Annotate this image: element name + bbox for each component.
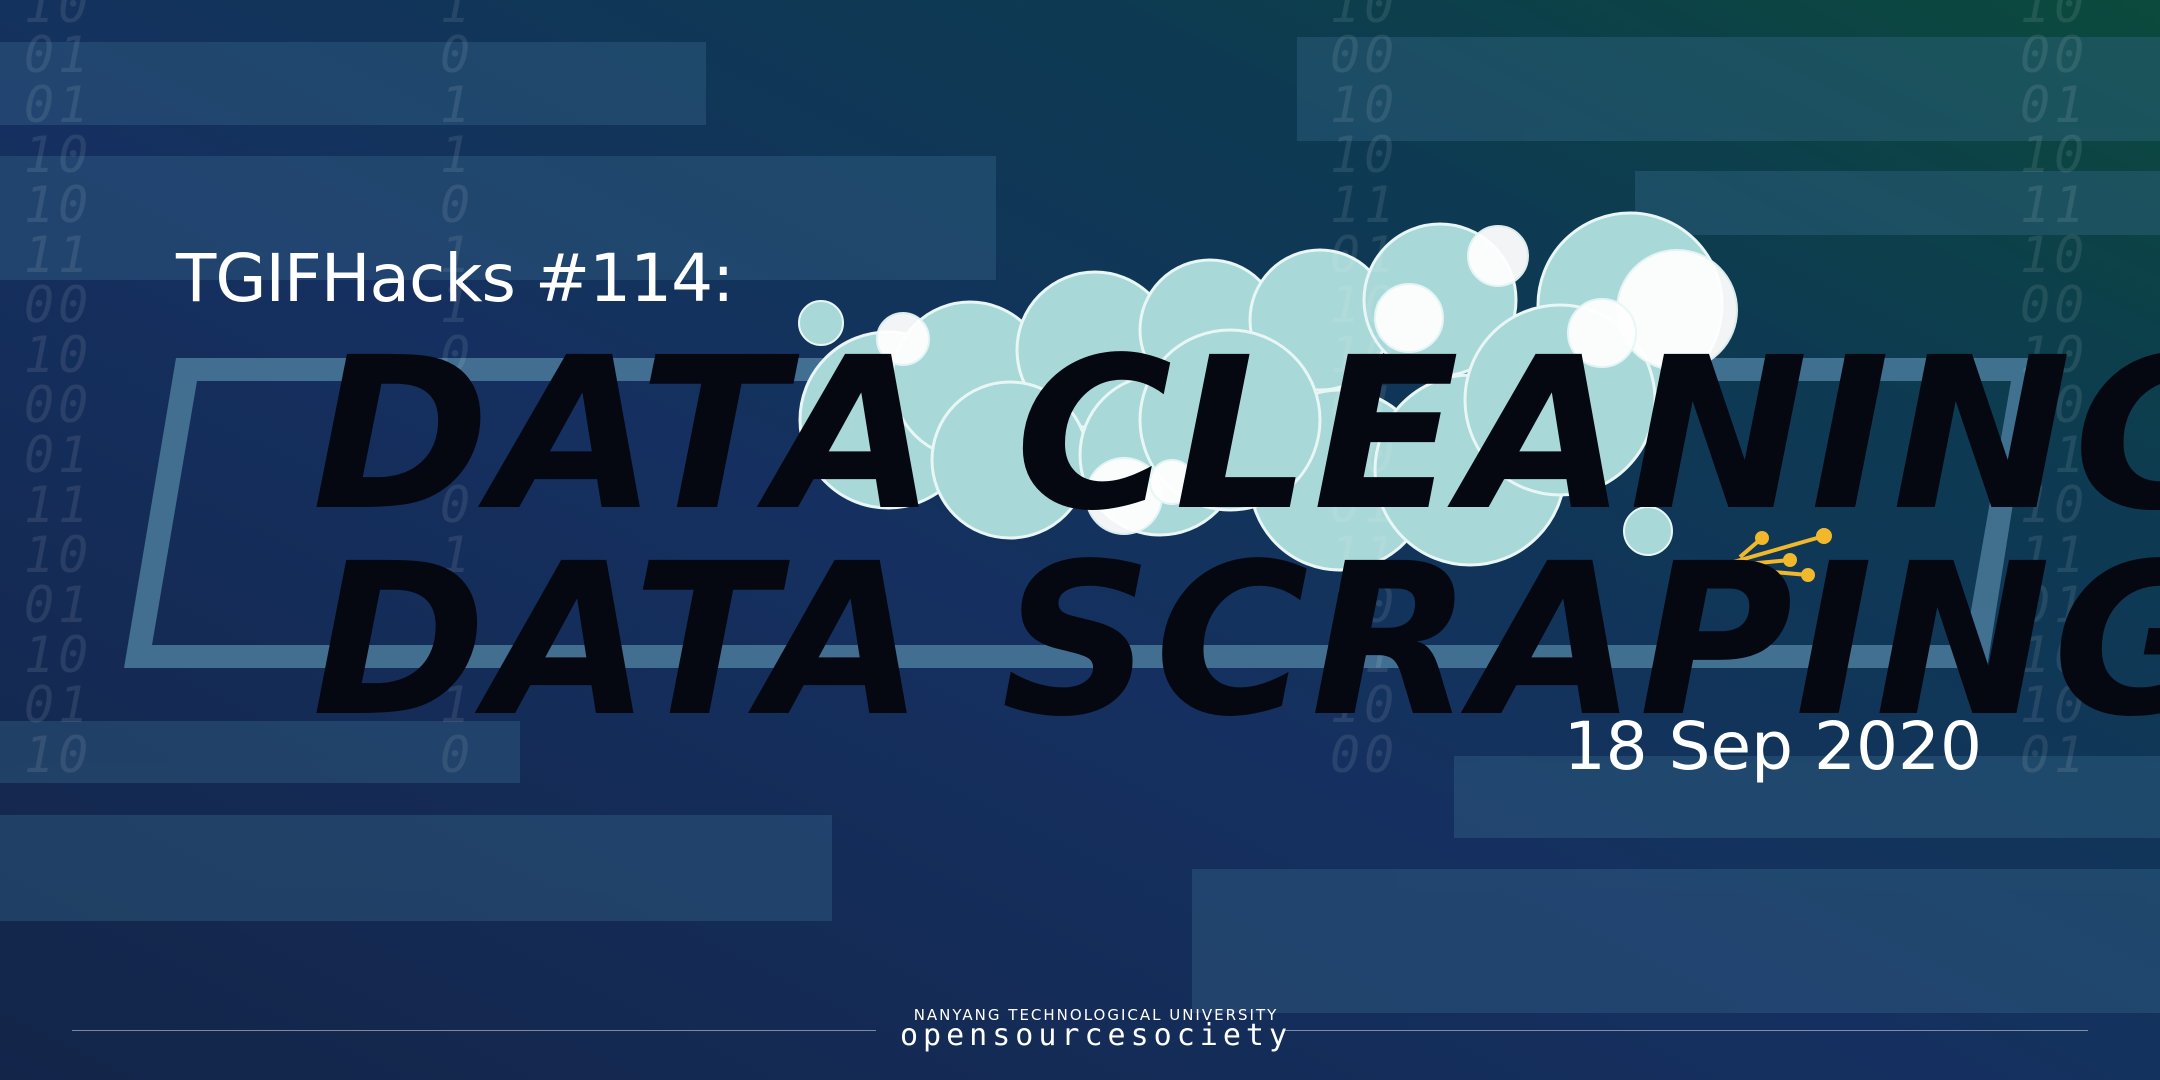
- footer-organization: opensourcesociety: [899, 1018, 1293, 1053]
- event-date: 18 Sep 2020: [1563, 708, 1982, 785]
- event-label: TGIFHacks #114:: [176, 240, 734, 317]
- binary-digits-column: 10 01 01 10 10 11 00 10 00 01 11 10 01 1…: [24, 0, 93, 784]
- hero-banner: 10 01 01 10 10 11 00 10 00 01 11 10 01 1…: [0, 0, 2160, 1080]
